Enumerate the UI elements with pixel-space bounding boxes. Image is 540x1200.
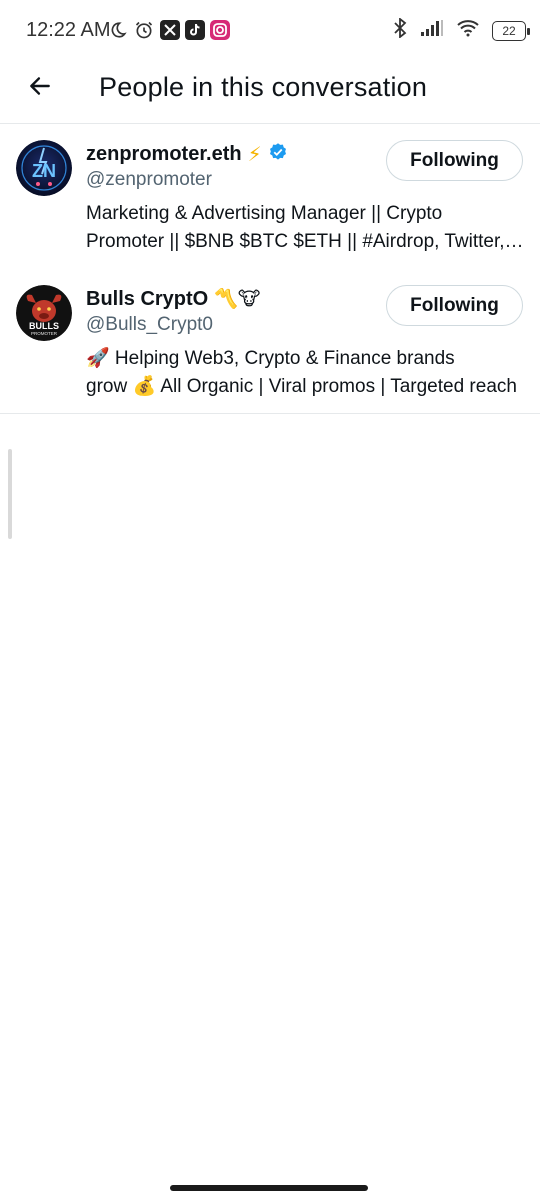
avatar[interactable]: BULLS PROMOTER — [16, 285, 72, 341]
home-indicator[interactable] — [170, 1185, 368, 1191]
x-app-icon — [160, 20, 180, 40]
avatar[interactable]: ZN — [16, 140, 72, 196]
page-title: People in this conversation — [99, 72, 428, 102]
bio-line: 🚀 Helping Web3, Crypto & Finance brands — [86, 348, 455, 369]
tiktok-icon — [185, 20, 205, 40]
name-emoji: ⚡ — [247, 144, 262, 166]
following-button[interactable]: Following — [386, 285, 523, 326]
battery-level: 22 — [502, 23, 516, 38]
bio-line: Marketing & Advertising Manager || Crypt… — [86, 203, 443, 224]
name-emoji: 〽️🐮 — [214, 289, 261, 310]
status-bar: 12:22 AM 22 — [0, 0, 540, 62]
signal-icon — [420, 19, 444, 42]
header: People in this conversation — [0, 62, 540, 124]
status-right-icons: 22 — [392, 17, 530, 43]
display-name[interactable]: zenpromoter.eth — [86, 143, 242, 166]
alarm-icon — [134, 20, 154, 40]
verified-badge-icon — [268, 142, 288, 167]
back-button[interactable] — [20, 68, 60, 108]
bio-line: grow 💰 All Organic | Viral promos | Targ… — [86, 376, 517, 397]
display-name[interactable]: Bulls CryptO — [86, 288, 208, 311]
name-line: zenpromoter.eth ⚡ — [86, 142, 288, 167]
avatar-text: ZN — [32, 161, 56, 181]
people-list: ZN zenpromoter.eth ⚡ @zenpromoter Market… — [0, 124, 540, 414]
avatar-text: BULLS — [29, 321, 59, 331]
status-time: 12:22 AM — [26, 19, 111, 41]
user-handle: @Bulls_Crypt0 — [86, 314, 213, 335]
wifi-icon — [456, 19, 480, 42]
user-bio: Marketing & Advertising Manager || Crypt… — [86, 200, 526, 256]
instagram-icon — [210, 20, 230, 40]
back-arrow-icon — [27, 73, 53, 104]
list-item[interactable]: BULLS PROMOTER Bulls CryptO 〽️🐮 @Bulls_C… — [0, 269, 540, 414]
bio-line: Promoter || $BNB $BTC $ETH || #Airdrop, … — [86, 231, 526, 252]
scrollbar[interactable] — [8, 449, 12, 539]
moon-icon — [108, 20, 128, 40]
name-line: Bulls CryptO 〽️🐮 — [86, 287, 260, 311]
user-handle: @zenpromoter — [86, 169, 212, 190]
battery-icon: 22 — [492, 20, 530, 41]
bluetooth-icon — [392, 17, 408, 43]
list-divider — [0, 413, 540, 414]
avatar-subtext: PROMOTER — [31, 331, 58, 336]
user-bio: 🚀 Helping Web3, Crypto & Finance brands … — [86, 345, 526, 401]
list-item[interactable]: ZN zenpromoter.eth ⚡ @zenpromoter Market… — [0, 124, 540, 269]
following-button[interactable]: Following — [386, 140, 523, 181]
